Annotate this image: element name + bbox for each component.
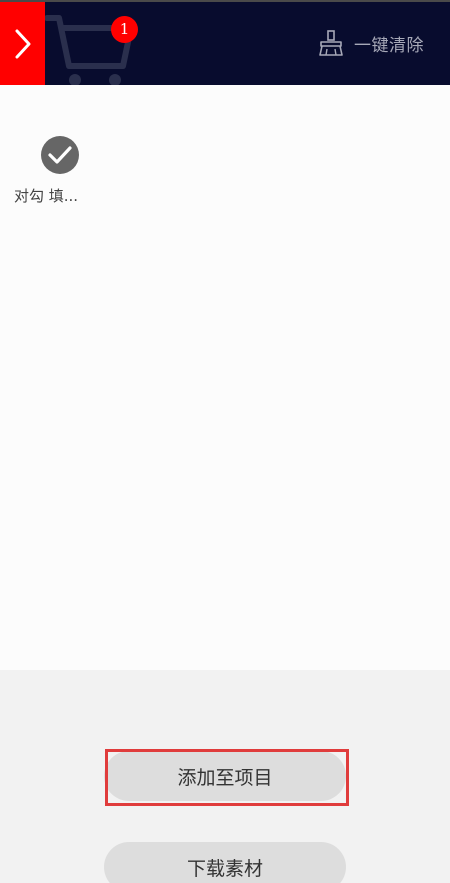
chevron-right-icon [15, 29, 30, 58]
download-assets-button[interactable]: 下载素材 [104, 842, 346, 883]
broom-icon [319, 30, 343, 56]
cart-panel: 1 一键清除 对勾 填... 添加至项目 下载素材 [0, 0, 450, 883]
check-circle-icon [41, 136, 79, 174]
cart-item[interactable]: 对勾 填... [8, 135, 96, 206]
cart-item-label: 对勾 填... [14, 187, 79, 205]
cart-count-badge: 1 [111, 16, 138, 43]
collapse-panel-button[interactable] [0, 2, 45, 85]
cart-footer: 添加至项目 下载素材 [0, 670, 450, 883]
clear-all-label: 一键清除 [354, 35, 424, 56]
add-to-project-button[interactable]: 添加至项目 [104, 751, 346, 801]
clear-all-button[interactable]: 一键清除 [318, 28, 424, 58]
cart-header: 1 一键清除 [0, 2, 450, 85]
cart-item-list: 对勾 填... [0, 85, 450, 670]
